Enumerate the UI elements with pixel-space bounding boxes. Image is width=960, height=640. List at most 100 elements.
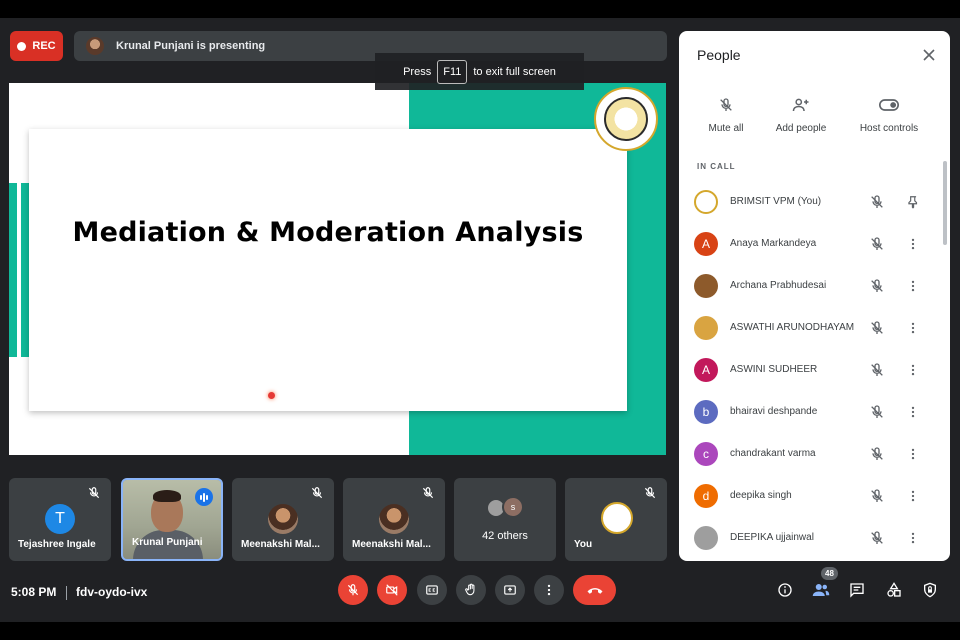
more-options-button[interactable]: [534, 575, 564, 605]
camera-toggle-button[interactable]: [377, 575, 407, 605]
slide-teal-stripe: [21, 183, 29, 357]
more-options-icon[interactable]: [905, 530, 921, 546]
slide-title: Mediation & Moderation Analysis: [72, 217, 584, 248]
participant-name: Meenakshi Mal...: [241, 539, 320, 550]
toggle-icon: [879, 99, 899, 111]
participant-tile[interactable]: Meenakshi Mal...: [343, 478, 445, 561]
host-controls-button[interactable]: [921, 581, 939, 599]
rec-label: REC: [32, 40, 56, 52]
mic-off-icon[interactable]: [869, 194, 885, 210]
laser-pointer: [268, 392, 275, 399]
participant-tile[interactable]: Meenakshi Mal...: [232, 478, 334, 561]
mute-all-button[interactable]: Mute all: [686, 93, 766, 134]
in-call-section-label: IN CALL: [697, 162, 736, 171]
slide-card: Mediation & Moderation Analysis: [29, 129, 627, 411]
fullscreen-hint: Press F11 to exit full screen: [375, 53, 584, 90]
mic-toggle-button[interactable]: [338, 575, 368, 605]
more-options-icon[interactable]: [905, 488, 921, 504]
more-options-icon[interactable]: [905, 404, 921, 420]
participant-avatar: b: [694, 400, 718, 424]
captions-icon: [426, 585, 438, 595]
participant-row[interactable]: DEEPIKA ujjainwal: [679, 517, 941, 559]
add-people-label: Add people: [775, 123, 827, 134]
mic-off-icon[interactable]: [869, 278, 885, 294]
mute-all-label: Mute all: [708, 123, 744, 134]
more-options-icon[interactable]: [905, 320, 921, 336]
people-button[interactable]: [812, 581, 830, 599]
more-options-icon[interactable]: [905, 236, 921, 252]
participant-avatar: T: [45, 504, 75, 534]
add-people-button[interactable]: Add people: [761, 93, 841, 134]
participant-name: ASWINI SUDHEER: [730, 364, 818, 375]
participant-row[interactable]: b bhairavi deshpande: [679, 391, 941, 433]
participant-name: ASWATHI ARUNODHAYAM: [730, 322, 855, 333]
others-tile[interactable]: s 42 others: [454, 478, 556, 561]
participant-avatar: [694, 316, 718, 340]
participant-row[interactable]: Archana Prabhudesai: [679, 265, 941, 307]
institute-seal-logo: [594, 87, 658, 151]
people-count-badge: 48: [821, 567, 838, 580]
participant-name: Archana Prabhudesai: [730, 280, 827, 291]
info-icon: [778, 583, 792, 597]
participant-avatar: [379, 504, 409, 534]
presenter-avatar: [86, 37, 104, 55]
close-panel-button[interactable]: [919, 45, 939, 65]
host-controls-panel-button[interactable]: Host controls: [849, 93, 929, 134]
more-vert-icon: [547, 584, 551, 596]
self-tile[interactable]: You: [565, 478, 667, 561]
mic-off-icon[interactable]: [869, 362, 885, 378]
mic-off-icon[interactable]: [869, 404, 885, 420]
leave-call-button[interactable]: [573, 575, 616, 605]
more-options-icon[interactable]: [905, 446, 921, 462]
f11-key: F11: [437, 59, 468, 84]
participant-row[interactable]: A ASWINI SUDHEER: [679, 349, 941, 391]
participant-avatar: [694, 274, 718, 298]
chat-button[interactable]: [848, 581, 866, 599]
mic-off-icon[interactable]: [869, 488, 885, 504]
mic-off-icon: [88, 487, 100, 499]
mic-off-icon[interactable]: [869, 530, 885, 546]
participant-name: bhairavi deshpande: [730, 406, 818, 417]
mic-off-icon[interactable]: [869, 320, 885, 336]
participant-row[interactable]: A Anaya Markandeya: [679, 223, 941, 265]
participant-row[interactable]: ASWATHI ARUNODHAYAM: [679, 307, 941, 349]
chat-icon: [850, 583, 864, 598]
participant-avatar: [694, 526, 718, 550]
mic-off-icon[interactable]: [869, 446, 885, 462]
captions-button[interactable]: [417, 575, 447, 605]
presenting-text: Krunal Punjani is presenting: [116, 40, 266, 52]
participant-avatar: A: [694, 358, 718, 382]
participant-row[interactable]: c chandrakant varma: [679, 433, 941, 475]
meeting-info-button[interactable]: [776, 581, 794, 599]
mic-off-icon: [311, 487, 323, 499]
hand-icon: [465, 583, 475, 596]
present-screen-button[interactable]: [495, 575, 525, 605]
clock: 5:08 PM: [11, 585, 57, 599]
pin-icon[interactable]: [905, 194, 921, 210]
participant-row[interactable]: BRIMSIT VPM (You): [679, 181, 941, 223]
mic-off-icon: [347, 584, 359, 596]
participant-name: You: [574, 539, 593, 550]
participant-tile-active[interactable]: Krunal Punjani: [121, 478, 223, 561]
participant-name: Tejashree Ingale: [18, 539, 96, 550]
participant-name: Krunal Punjani: [132, 537, 203, 548]
participant-avatar: [694, 190, 718, 214]
meet-stage: REC Krunal Punjani is presenting Mediati…: [0, 18, 960, 622]
participant-tile[interactable]: T Tejashree Ingale: [9, 478, 111, 561]
raise-hand-button[interactable]: [456, 575, 486, 605]
mic-off-icon: [720, 98, 732, 111]
activities-button[interactable]: [885, 581, 903, 599]
panel-scrollbar[interactable]: [943, 161, 947, 245]
self-avatar-logo: [601, 502, 633, 534]
recording-badge: REC: [10, 31, 63, 61]
people-icon: [812, 584, 830, 596]
participant-row[interactable]: d deepika singh: [679, 475, 941, 517]
others-avatar-stack: s: [486, 496, 526, 520]
more-options-icon[interactable]: [905, 278, 921, 294]
mic-off-icon[interactable]: [869, 236, 885, 252]
meeting-code: fdv-oydo-ivx: [76, 585, 148, 599]
more-options-icon[interactable]: [905, 362, 921, 378]
shield-lock-icon: [924, 582, 936, 598]
close-icon: [923, 49, 935, 61]
record-dot-icon: [17, 41, 27, 51]
